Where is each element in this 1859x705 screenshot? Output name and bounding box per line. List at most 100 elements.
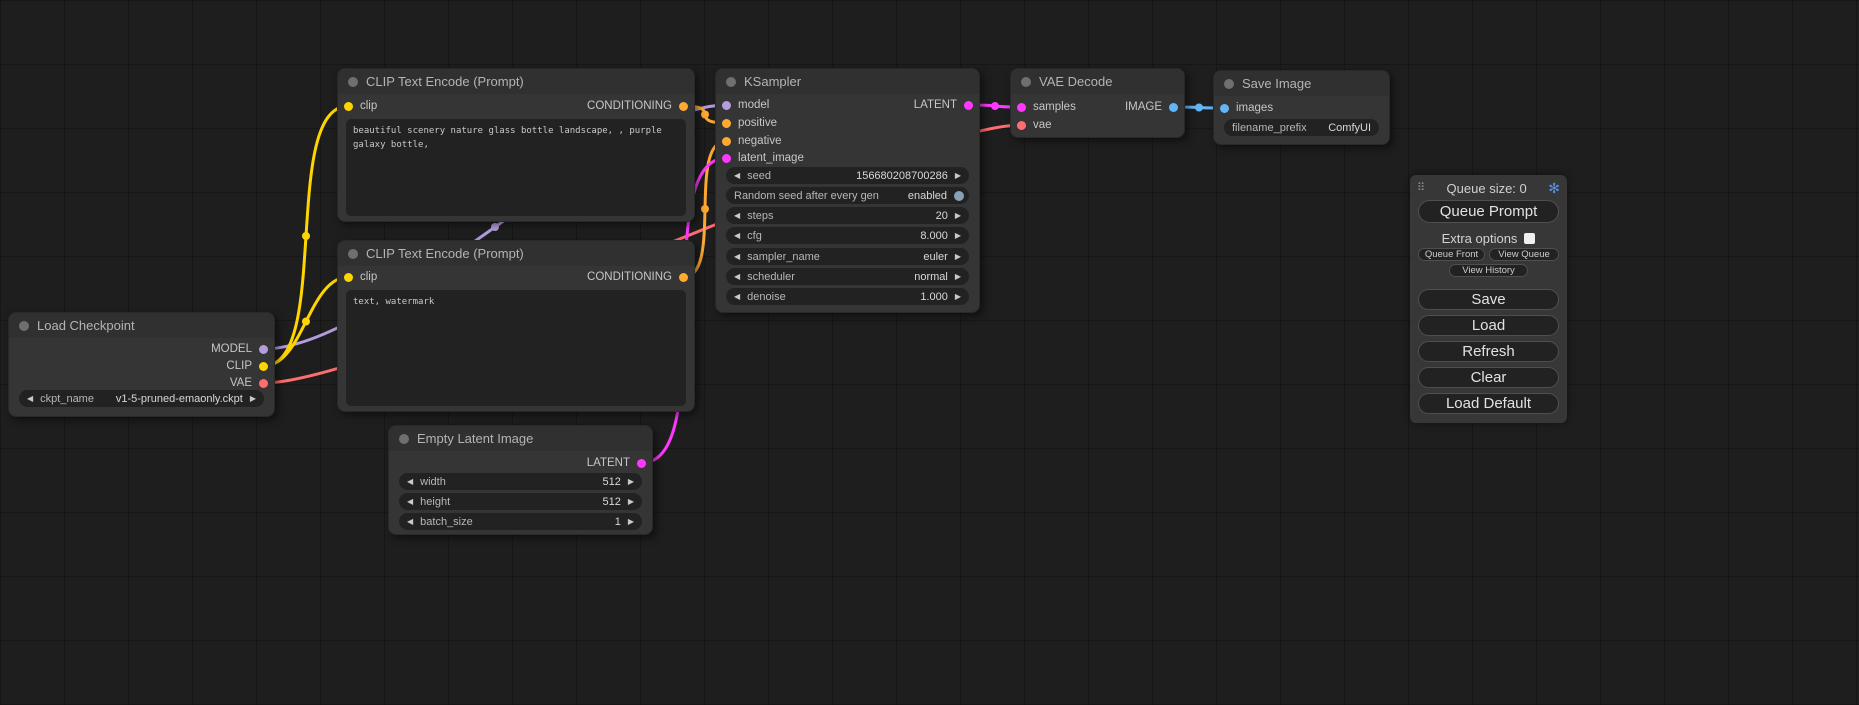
- image-link-midpoint-dot[interactable]: [1195, 104, 1203, 112]
- widget-name: ckpt_name: [40, 393, 94, 405]
- samples-input-slot[interactable]: [1017, 103, 1026, 112]
- save-button[interactable]: Save: [1418, 289, 1559, 310]
- ckpt-name-widget[interactable]: ◀ ckpt_name v1-5-pruned-emaonly.ckpt ▶: [19, 390, 264, 407]
- node-collapse-icon[interactable]: [1021, 77, 1031, 87]
- clip-output-slot[interactable]: [259, 362, 268, 371]
- graph-canvas[interactable]: { "icons": { "left_arrow": "◀", "right_a…: [0, 0, 1859, 705]
- queue-prompt-button[interactable]: Queue Prompt: [1418, 200, 1559, 223]
- latent-output-slot[interactable]: [964, 101, 973, 110]
- node-title-bar[interactable]: VAE Decode: [1011, 69, 1184, 94]
- view-history-button[interactable]: View History: [1449, 264, 1528, 277]
- decrement-arrow-icon[interactable]: ◀: [734, 273, 740, 281]
- vae-input-slot[interactable]: [1017, 121, 1026, 130]
- load-default-button[interactable]: Load Default: [1418, 393, 1559, 414]
- filename-prefix-widget[interactable]: filename_prefix ComfyUI: [1224, 119, 1379, 136]
- settings-gear-icon[interactable]: ✻: [1548, 181, 1560, 195]
- random-seed-toggle-widget[interactable]: Random seed after every gen enabled: [726, 187, 969, 204]
- node-title-bar[interactable]: Load Checkpoint: [9, 313, 274, 338]
- decrement-arrow-icon[interactable]: ◀: [734, 293, 740, 301]
- node-collapse-icon[interactable]: [19, 321, 29, 331]
- load-button[interactable]: Load: [1418, 315, 1559, 336]
- clip-link-midpoint-dot[interactable]: [302, 232, 310, 240]
- node-title-bar[interactable]: CLIP Text Encode (Prompt): [338, 241, 694, 266]
- node-title-bar[interactable]: KSampler: [716, 69, 979, 94]
- node-clip-text-encode-positive[interactable]: CLIP Text Encode (Prompt) clip CONDITION…: [337, 68, 695, 222]
- increment-arrow-icon[interactable]: ▶: [955, 212, 961, 220]
- view-queue-button[interactable]: View Queue: [1489, 248, 1559, 261]
- clip-input-slot[interactable]: [344, 273, 353, 282]
- decrement-arrow-icon[interactable]: ◀: [407, 498, 413, 506]
- seed-widget[interactable]: ◀ seed 156680208700286 ▶: [726, 167, 969, 184]
- node-load-checkpoint[interactable]: Load Checkpoint MODEL CLIP VAE ◀ ckpt_na…: [8, 312, 275, 417]
- node-title: VAE Decode: [1039, 74, 1112, 89]
- extra-options-checkbox[interactable]: [1524, 233, 1535, 244]
- node-collapse-icon[interactable]: [348, 249, 358, 259]
- queue-panel[interactable]: ⠿ Queue size: 0 ✻ Queue Prompt Extra opt…: [1410, 175, 1567, 423]
- node-empty-latent-image[interactable]: Empty Latent Image LATENT ◀ width 512 ▶ …: [388, 425, 653, 535]
- increment-arrow-icon[interactable]: ▶: [955, 273, 961, 281]
- node-clip-text-encode-negative[interactable]: CLIP Text Encode (Prompt) clip CONDITION…: [337, 240, 695, 412]
- node-vae-decode[interactable]: VAE Decode samples vae IMAGE: [1010, 68, 1185, 138]
- increment-arrow-icon[interactable]: ▶: [628, 498, 634, 506]
- latent-image-input-slot[interactable]: [722, 154, 731, 163]
- drag-handle-icon[interactable]: ⠿: [1417, 183, 1425, 194]
- increment-arrow-icon[interactable]: ▶: [628, 518, 634, 526]
- output-slot-row-conditioning: CONDITIONING: [587, 99, 688, 113]
- decrement-arrow-icon[interactable]: ◀: [734, 212, 740, 220]
- conditioning-link-midpoint-dot[interactable]: [701, 205, 709, 213]
- decrement-arrow-icon[interactable]: ◀: [407, 478, 413, 486]
- increment-arrow-icon[interactable]: ▶: [628, 478, 634, 486]
- images-input-slot[interactable]: [1220, 104, 1229, 113]
- increment-arrow-icon[interactable]: ▶: [955, 232, 961, 240]
- node-title-bar[interactable]: Save Image: [1214, 71, 1389, 96]
- increment-arrow-icon[interactable]: ▶: [955, 293, 961, 301]
- node-ksampler[interactable]: KSampler model positive negative latent_…: [715, 68, 980, 313]
- sampler-name-widget[interactable]: ◀ sampler_name euler ▶: [726, 248, 969, 265]
- vae-output-slot[interactable]: [259, 379, 268, 388]
- scheduler-widget[interactable]: ◀ scheduler normal ▶: [726, 268, 969, 285]
- clip-input-slot[interactable]: [344, 102, 353, 111]
- latent-link-midpoint-dot[interactable]: [991, 102, 999, 110]
- batch-size-widget[interactable]: ◀ batch_size 1 ▶: [399, 513, 642, 530]
- node-title-bar[interactable]: Empty Latent Image: [389, 426, 652, 451]
- prompt-textarea[interactable]: beautiful scenery nature glass bottle la…: [346, 119, 686, 216]
- model-output-slot[interactable]: [259, 345, 268, 354]
- steps-widget[interactable]: ◀ steps 20 ▶: [726, 207, 969, 224]
- output-slot-row-vae: VAE: [230, 376, 268, 390]
- image-output-slot[interactable]: [1169, 103, 1178, 112]
- conditioning-output-slot[interactable]: [679, 102, 688, 111]
- node-title-bar[interactable]: CLIP Text Encode (Prompt): [338, 69, 694, 94]
- node-collapse-icon[interactable]: [1224, 79, 1234, 89]
- node-collapse-icon[interactable]: [348, 77, 358, 87]
- decrement-arrow-icon[interactable]: ◀: [27, 395, 33, 403]
- toggle-knob-icon[interactable]: [954, 191, 964, 201]
- slot-label: samples: [1033, 101, 1076, 113]
- node-collapse-icon[interactable]: [726, 77, 736, 87]
- queue-front-button[interactable]: Queue Front: [1418, 248, 1485, 261]
- model-link-midpoint-dot[interactable]: [491, 223, 499, 231]
- decrement-arrow-icon[interactable]: ◀: [734, 253, 740, 261]
- positive-input-slot[interactable]: [722, 119, 731, 128]
- latent-output-slot[interactable]: [637, 459, 646, 468]
- width-widget[interactable]: ◀ width 512 ▶: [399, 473, 642, 490]
- decrement-arrow-icon[interactable]: ◀: [734, 172, 740, 180]
- conditioning-link-midpoint-dot[interactable]: [701, 111, 709, 119]
- node-collapse-icon[interactable]: [399, 434, 409, 444]
- node-title: CLIP Text Encode (Prompt): [366, 74, 524, 89]
- clear-button[interactable]: Clear: [1418, 367, 1559, 388]
- negative-input-slot[interactable]: [722, 137, 731, 146]
- model-input-slot[interactable]: [722, 101, 731, 110]
- conditioning-output-slot[interactable]: [679, 273, 688, 282]
- decrement-arrow-icon[interactable]: ◀: [407, 518, 413, 526]
- clip-link-midpoint-dot[interactable]: [302, 318, 310, 326]
- node-save-image[interactable]: Save Image images filename_prefix ComfyU…: [1213, 70, 1390, 145]
- increment-arrow-icon[interactable]: ▶: [955, 172, 961, 180]
- increment-arrow-icon[interactable]: ▶: [955, 253, 961, 261]
- height-widget[interactable]: ◀ height 512 ▶: [399, 493, 642, 510]
- denoise-widget[interactable]: ◀ denoise 1.000 ▶: [726, 288, 969, 305]
- cfg-widget[interactable]: ◀ cfg 8.000 ▶: [726, 227, 969, 244]
- refresh-button[interactable]: Refresh: [1418, 341, 1559, 362]
- increment-arrow-icon[interactable]: ▶: [250, 395, 256, 403]
- prompt-textarea[interactable]: text, watermark: [346, 290, 686, 406]
- decrement-arrow-icon[interactable]: ◀: [734, 232, 740, 240]
